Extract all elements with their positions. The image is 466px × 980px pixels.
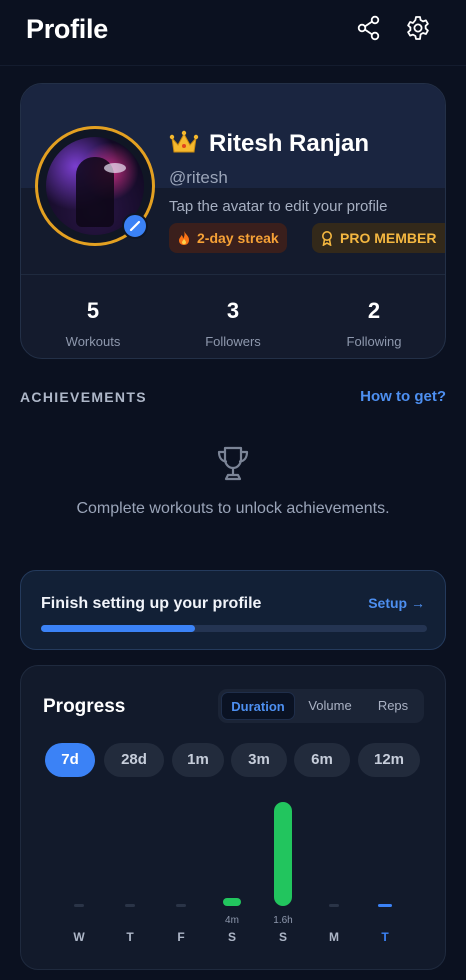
- stat-label: Workouts: [65, 334, 121, 349]
- chart-x-label: T: [126, 930, 134, 944]
- range-28d[interactable]: 28d: [104, 743, 164, 777]
- chart-x-label: S: [228, 930, 236, 944]
- chart-x-label: S: [279, 930, 287, 944]
- profile-card: Ritesh Ranjan @ritesh Tap the avatar to …: [20, 83, 446, 359]
- stat-followers[interactable]: 3 Followers: [173, 298, 293, 349]
- progress-title: Progress: [43, 696, 126, 717]
- range-1m[interactable]: 1m: [172, 743, 224, 777]
- stat-label: Following: [346, 334, 402, 349]
- chart-x-label: W: [73, 930, 85, 944]
- chart-bar-empty: [329, 904, 339, 907]
- achievements-empty-text: Complete workouts to unlock achievements…: [76, 500, 390, 517]
- crown-icon: [169, 130, 199, 153]
- duration-chart-svg: W T F 4m S 1.6h S M T: [73, 802, 392, 944]
- tab-duration[interactable]: Duration: [221, 692, 295, 720]
- setup-profile-card[interactable]: Finish setting up your profile Setup →: [20, 570, 446, 650]
- edit-hint: Tap the avatar to edit your profile: [169, 198, 388, 215]
- setup-progress-track: [41, 625, 427, 632]
- chart-value-label: 1.6h: [273, 915, 292, 926]
- pro-label: PRO MEMBER: [340, 230, 437, 246]
- avatar-eye: [104, 163, 126, 173]
- duration-chart: W T F 4m S 1.6h S M T: [21, 786, 447, 971]
- range-7d[interactable]: 7d: [45, 743, 95, 777]
- profile-name: Ritesh Ranjan: [209, 130, 370, 157]
- how-to-get-link[interactable]: How to get?: [360, 388, 446, 405]
- pro-member-badge: PRO MEMBER: [312, 223, 445, 253]
- range-6m[interactable]: 6m: [294, 743, 350, 777]
- pencil-icon: [129, 220, 141, 232]
- chart-value-label: 4m: [225, 915, 239, 926]
- metric-segmented-control: Duration Volume Reps: [218, 689, 424, 723]
- stat-following[interactable]: 2 Following: [314, 298, 434, 349]
- chart-bar: [223, 898, 241, 906]
- achievements-title: ACHIEVEMENTS: [20, 389, 147, 405]
- stat-workouts[interactable]: 5 Workouts: [33, 298, 153, 349]
- range-12m[interactable]: 12m: [358, 743, 420, 777]
- chart-bar-empty: [125, 904, 135, 907]
- chart-x-label: M: [329, 930, 339, 944]
- chart-bar-empty: [176, 904, 186, 907]
- setup-link[interactable]: Setup →: [368, 595, 425, 611]
- setup-title: Finish setting up your profile: [41, 595, 262, 612]
- chart-x-label: T: [381, 930, 389, 944]
- gear-icon[interactable]: [404, 14, 432, 42]
- page-title: Profile: [26, 14, 108, 44]
- share-icon[interactable]: [355, 14, 383, 42]
- trophy-icon: [217, 446, 249, 481]
- setup-progress-fill: [41, 625, 196, 632]
- tab-reps[interactable]: Reps: [365, 692, 421, 720]
- app-header: Profile: [0, 0, 466, 66]
- chart-bar-empty: [74, 904, 84, 907]
- tab-volume[interactable]: Volume: [298, 692, 362, 720]
- range-3m[interactable]: 3m: [231, 743, 287, 777]
- stat-value: 2: [367, 298, 381, 323]
- divider: [21, 274, 445, 275]
- stat-value: 3: [226, 298, 240, 323]
- fire-icon: [179, 231, 189, 245]
- streak-label: 2-day streak: [197, 230, 279, 246]
- chart-bar: [274, 802, 292, 906]
- stat-value: 5: [86, 298, 100, 323]
- stat-label: Followers: [205, 334, 261, 349]
- edit-avatar-button[interactable]: [122, 213, 148, 239]
- chart-bar-empty: [378, 904, 392, 907]
- profile-handle: @ritesh: [169, 168, 228, 187]
- medal-icon: [322, 231, 332, 246]
- progress-card: Progress Duration Volume Reps 7d 28d 1m …: [20, 665, 446, 970]
- streak-badge: 2-day streak: [169, 223, 287, 253]
- chart-x-label: F: [177, 930, 184, 944]
